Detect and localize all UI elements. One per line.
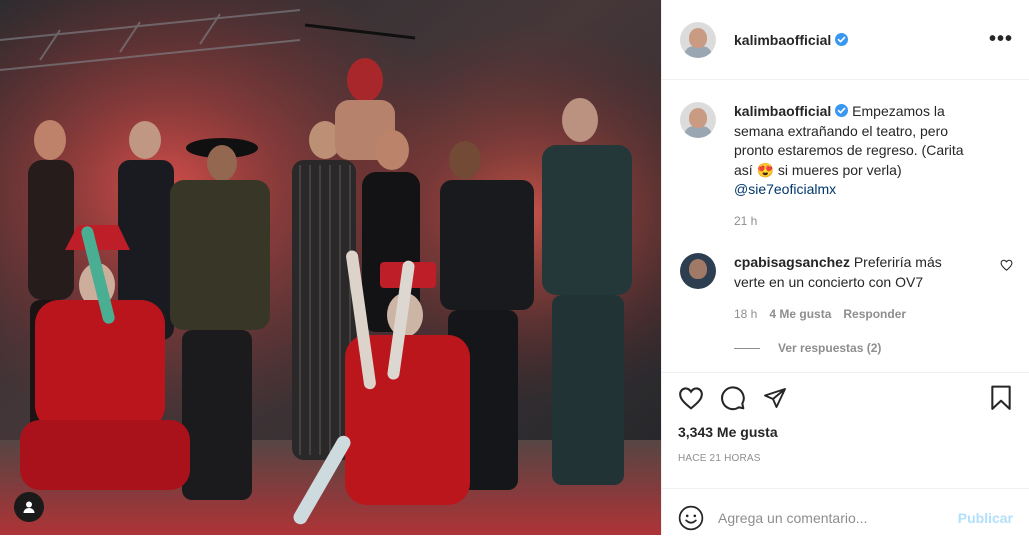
mention-link[interactable]: @sie7eoficialmx [734, 181, 836, 197]
paper-plane-icon[interactable] [762, 386, 788, 410]
post-actions: 3,343 Me gusta HACE 21 HORAS [662, 372, 1029, 488]
caption-text-after: si mueres por verla) [774, 161, 902, 178]
post-photo[interactable] [0, 0, 661, 535]
smiley-icon[interactable] [678, 505, 704, 531]
comment-item: cpabisagsanchez Preferiría más verte en … [680, 253, 1013, 292]
header-username[interactable]: kalimbaofficial [734, 32, 831, 48]
caption-body: kalimbaofficial Empezamos la semana extr… [734, 102, 984, 231]
more-options-button[interactable]: ••• [989, 28, 1013, 51]
comment-time[interactable]: 18 h [734, 307, 757, 321]
comment-input[interactable]: Agrega un comentario... [718, 510, 958, 526]
heart-icon[interactable] [678, 386, 704, 410]
comment-heart-icon[interactable] [1000, 259, 1013, 271]
comments-list: kalimbaofficial Empezamos la semana extr… [662, 80, 1029, 372]
person-tag-icon[interactable] [14, 492, 44, 522]
action-icons [678, 385, 1013, 411]
verified-badge-icon [835, 104, 849, 117]
replies-divider [734, 347, 760, 349]
comment-username[interactable]: cpabisagsanchez [734, 254, 850, 270]
caption-username[interactable]: kalimbaofficial [734, 103, 831, 119]
caption-comment: kalimbaofficial Empezamos la semana extr… [680, 102, 1013, 231]
comment-body: cpabisagsanchez Preferiría más verte en … [734, 253, 964, 292]
comment-meta: 18 h 4 Me gusta Responder [734, 307, 1013, 321]
verified-badge-icon [835, 33, 849, 46]
add-comment-bar: Agrega un comentario... Publicar [662, 488, 1029, 546]
avatar[interactable] [680, 21, 716, 58]
stage-photo-illustration [0, 0, 661, 535]
commenter-avatar[interactable] [680, 253, 716, 289]
publish-button[interactable]: Publicar [958, 510, 1013, 526]
caption-time[interactable]: 21 h [734, 212, 984, 232]
instagram-post-modal: kalimbaofficial ••• kalimbaofficial Empe… [0, 0, 1029, 535]
comment-bubble-icon[interactable] [720, 385, 746, 411]
comment-likes[interactable]: 4 Me gusta [769, 307, 831, 321]
bookmark-icon[interactable] [989, 385, 1013, 411]
reply-button[interactable]: Responder [843, 307, 906, 321]
post-header: kalimbaofficial ••• [662, 0, 1029, 80]
post-timestamp[interactable]: HACE 21 HORAS [678, 453, 1013, 464]
caption-avatar[interactable] [680, 102, 716, 138]
heart-eyes-emoji: 😍 [756, 161, 775, 178]
likes-count[interactable]: 3,343 Me gusta [678, 424, 1013, 440]
view-replies-button[interactable]: Ver respuestas (2) [734, 341, 1013, 355]
view-replies-label: Ver respuestas (2) [778, 341, 882, 355]
post-side-panel: kalimbaofficial ••• kalimbaofficial Empe… [661, 0, 1029, 535]
